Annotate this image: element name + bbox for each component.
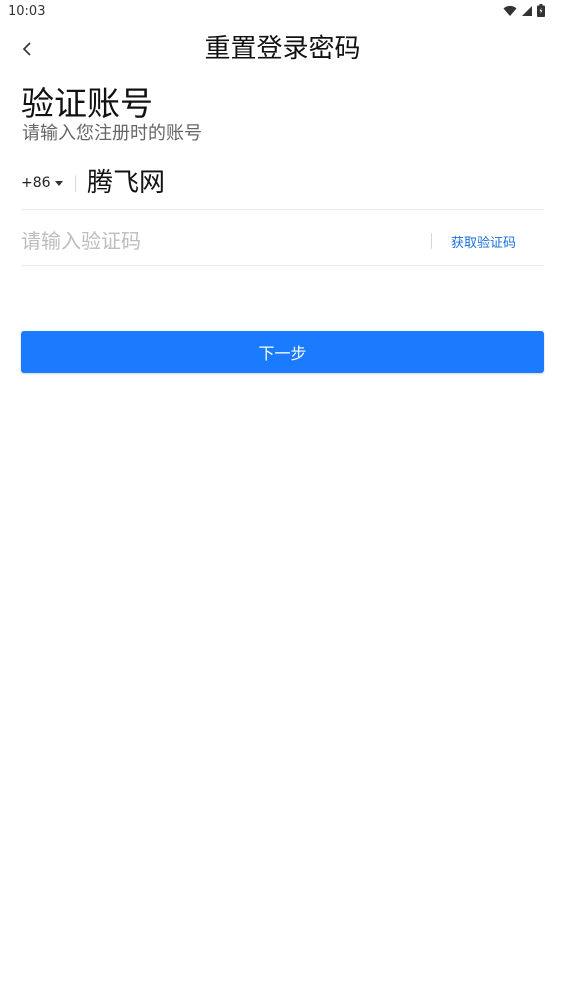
- wifi-icon: [503, 5, 517, 17]
- vertical-divider: [431, 233, 432, 249]
- status-icons: [503, 4, 545, 17]
- phone-row: +86 腾飞网: [21, 160, 544, 210]
- next-button[interactable]: 下一步: [21, 331, 544, 373]
- section-subheading: 请输入您注册时的账号: [22, 123, 202, 144]
- status-time: 10:03: [8, 4, 46, 19]
- country-code-selector[interactable]: +86: [21, 172, 63, 194]
- section-heading: 验证账号: [21, 84, 153, 123]
- app-bar: 重置登录密码: [0, 24, 565, 76]
- battery-icon: [537, 4, 545, 17]
- get-code-button[interactable]: 获取验证码: [451, 232, 516, 251]
- country-code-value: +86: [21, 175, 51, 191]
- vertical-divider: [75, 175, 76, 192]
- verification-code-row: 获取验证码: [21, 216, 544, 266]
- page-title: 重置登录密码: [204, 34, 361, 64]
- status-bar: 10:03: [0, 0, 565, 24]
- verification-code-input[interactable]: [21, 224, 411, 258]
- signal-icon: [521, 5, 533, 17]
- caret-down-icon: [54, 180, 63, 186]
- account-value[interactable]: 腾飞网: [87, 166, 165, 200]
